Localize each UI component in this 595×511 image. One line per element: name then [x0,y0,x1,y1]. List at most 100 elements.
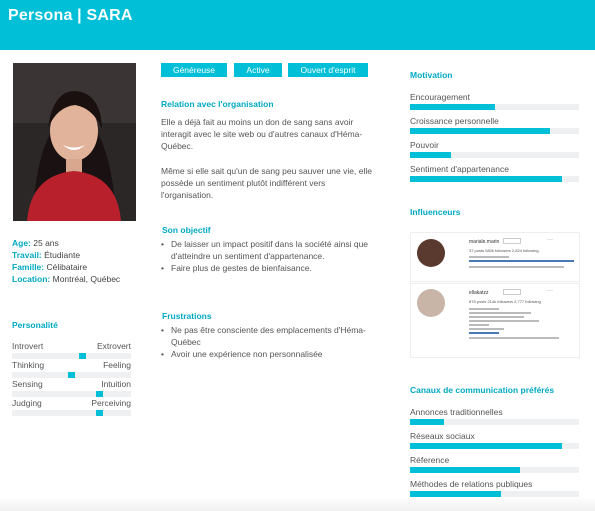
tag-active: Active [234,63,282,77]
text-line: Elle a déjà fait au moins un don de sang… [161,117,354,127]
influencer-stats: 37 posts 583k followers 2,824 following [469,248,539,253]
bar-track [410,104,579,110]
influencer-stats: 878 posts 214k followers 2,777 following [469,299,541,304]
header-banner: Persona | SARA [0,0,595,50]
bio-link-line [469,332,499,334]
bio-line [469,324,489,326]
page-title: Persona | SARA [8,7,133,24]
trait-right-label: Extrovert [96,341,131,351]
relation-paragraph-2: Même si elle sait qu'un de sang peu sauv… [161,165,372,201]
bar-track [410,467,579,473]
bio-line [469,316,524,318]
objectif-title: Son objectif [162,225,211,235]
personality-title: Personalité [12,320,58,330]
frustrations-title: Frustrations [162,311,212,321]
bar-label: Sentiment d'appartenance [410,164,509,174]
list-item: Faire plus de gestes de bienfaisance. [161,262,368,274]
bar-fill [410,419,444,425]
bio-line [469,320,539,322]
bar-fill [410,128,551,134]
trait-slider-track [12,372,131,378]
bar-fill [410,443,563,449]
bar-fill [410,104,495,110]
trait-slider-knob [79,353,87,359]
list-item: De laisser un impact positif dans la soc… [161,238,368,262]
influencer-avatar [417,239,445,267]
trait-slider-knob [96,410,103,416]
text-line: interagit avec le site web ou d'autres c… [161,129,363,139]
bar-fill [410,152,451,158]
bar-label: Réseaux sociaux [410,431,475,441]
text-line: possède un sentiment plutôt indifférent … [161,178,326,188]
follow-button[interactable] [503,289,521,295]
influencer-name: mariale.marin [469,239,500,245]
bar-track [410,152,579,158]
bar-fill [410,467,520,473]
list-item: Avoir une expérience non personnalisée [161,348,366,360]
bio-line [469,266,564,268]
trait-slider-knob [96,391,103,397]
bar-label: Méthodes de relations publiques [410,479,533,489]
influencer-card[interactable]: mariale.marin ··· 37 posts 583k follower… [410,232,580,282]
profile-location: Location: Montréal, Québec [12,274,121,284]
trait-left-label: Introvert [12,341,44,351]
text-line: De laisser un impact positif dans la soc… [171,239,369,249]
trait-left-label: Judging [12,398,42,408]
tag-ouvert-esprit: Ouvert d'esprit [288,63,368,77]
trait-left-label: Thinking [12,360,45,370]
relation-title: Relation avec l'organisation [161,99,274,109]
tag-genereuse: Généreuse [161,63,227,77]
motivation-title: Motivation [410,70,453,80]
objectif-list: De laisser un impact positif dans la soc… [161,238,368,274]
text-line: Québec. [161,141,194,151]
influencer-name: ellakatzz [469,290,489,296]
more-icon[interactable]: ··· [547,288,553,294]
profile-age: Age: 25 ans [12,238,59,248]
text-line: Avoir une expérience non personnalisée [171,349,323,359]
bar-label: Pouvoir [410,140,439,150]
profile-info: Age: 25 ans Travail: Étudiante Famille: … [12,237,120,285]
text-line: Ne pas être consciente des emplacements … [171,325,366,335]
bar-label: Réference [410,455,450,465]
bio-line [469,312,531,314]
trait-slider-track [12,353,131,359]
bio-line [469,337,559,339]
text-line: Faire plus de gestes de bienfaisance. [171,263,312,273]
text-line: Même si elle sait qu'un de sang peu sauv… [161,166,372,176]
relation-paragraph-1: Elle a déjà fait au moins un don de sang… [161,116,362,152]
follow-button[interactable] [503,238,521,244]
trait-slider-knob [68,372,75,378]
list-item: Ne pas être consciente des emplacements … [161,324,366,348]
influenceurs-title: Influenceurs [410,207,461,217]
trait-right-label: Intuition [101,379,131,389]
persona-photo [13,63,136,221]
portrait-image [13,63,136,221]
more-icon[interactable]: ··· [547,237,553,243]
influencer-card[interactable]: ellakatzz ··· 878 posts 214k followers 2… [410,283,580,358]
text-line: Québec [171,337,201,347]
trait-left-label: Sensing [12,379,43,389]
text-line: l'organisation. [161,190,214,200]
profile-travail: Travail: Étudiante [12,250,81,260]
bar-label: Annonces traditionnelles [410,407,503,417]
trait-right-label: Perceiving [91,398,131,408]
bio-line [469,328,504,330]
bio-link-line [469,260,574,262]
influencer-avatar [417,289,445,317]
bio-line [469,256,509,258]
trait-slider-track [12,391,131,397]
bar-label: Encouragement [410,92,471,102]
bar-track [410,128,579,134]
text-line: d'atteindre un sentiment d'appartenance. [171,251,325,261]
bar-track [410,443,579,449]
trait-right-label: Feeling [103,360,131,370]
profile-famille: Famille: Célibataire [12,262,88,272]
trait-slider-track [12,410,131,416]
bar-fill [410,176,563,182]
page-bottom-edge [0,497,595,511]
bar-track [410,419,579,425]
canaux-title: Canaux de communication préférés [410,385,555,395]
frustrations-list: Ne pas être consciente des emplacements … [161,324,366,360]
bar-label: Croissance personnelle [410,116,499,126]
bar-track [410,176,579,182]
